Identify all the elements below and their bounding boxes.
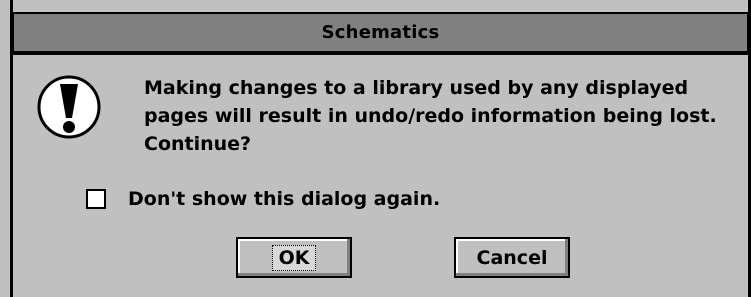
- message-line-3: Continue?: [144, 133, 252, 155]
- ok-button[interactable]: OK: [236, 237, 352, 278]
- dont-show-again-checkbox[interactable]: [86, 189, 106, 209]
- title-divider: [12, 53, 749, 55]
- dont-show-again-row[interactable]: Don't show this dialog again.: [86, 186, 440, 212]
- ok-button-label: OK: [271, 244, 317, 271]
- schematics-dialog: Schematics Making changes to a library u…: [0, 0, 751, 297]
- cancel-button[interactable]: Cancel: [454, 237, 570, 278]
- message-line-2: pages will result in undo/redo informati…: [144, 105, 717, 127]
- title-bar[interactable]: Schematics: [12, 12, 749, 53]
- message-line-1: Making changes to a library used by any …: [144, 77, 689, 99]
- exclamation-warning-icon: [37, 75, 101, 139]
- dont-show-again-label[interactable]: Don't show this dialog again.: [128, 188, 440, 210]
- window-title: Schematics: [321, 22, 440, 43]
- dialog-message: Making changes to a library used by any …: [144, 74, 744, 158]
